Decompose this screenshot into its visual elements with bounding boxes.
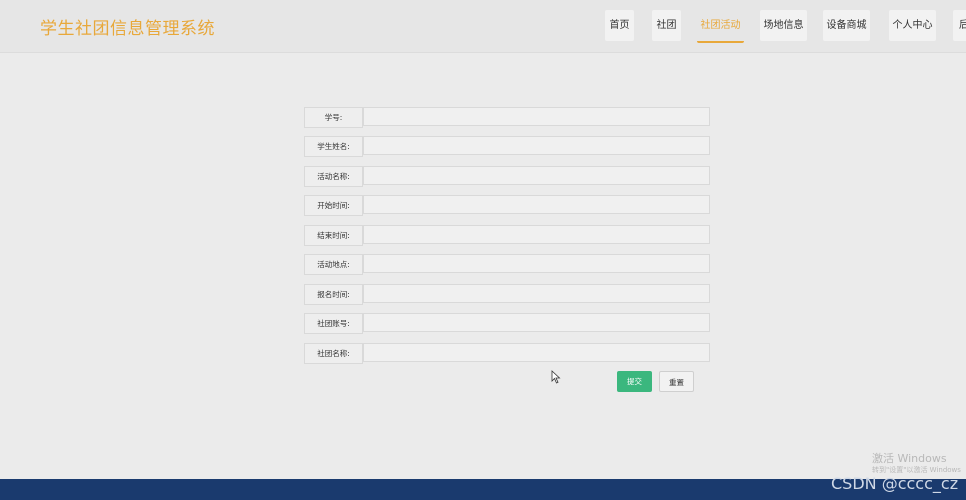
submit-button[interactable]: 提交 bbox=[617, 371, 652, 392]
mouse-cursor-icon bbox=[551, 370, 561, 384]
student-id-input[interactable] bbox=[363, 107, 710, 126]
signup-time-input[interactable] bbox=[363, 284, 710, 303]
field-label: 学号: bbox=[304, 107, 363, 128]
nav-item-clubs[interactable]: 社团 bbox=[652, 10, 681, 41]
nav-item-equipment-store[interactable]: 设备商城 bbox=[823, 10, 870, 41]
windows-activation-title: 激活 Windows bbox=[872, 452, 947, 465]
site-logo[interactable]: 学生社团信息管理系统 bbox=[40, 14, 215, 39]
field-label: 结束时间: bbox=[304, 225, 363, 246]
field-label: 社团名称: bbox=[304, 343, 363, 364]
nav-item-personal-center[interactable]: 个人中心 bbox=[889, 10, 936, 41]
nav-item-backend[interactable]: 后 bbox=[953, 10, 966, 41]
field-label: 活动名称: bbox=[304, 166, 363, 187]
activity-name-input[interactable] bbox=[363, 166, 710, 185]
field-label: 活动地点: bbox=[304, 254, 363, 275]
page-footer bbox=[0, 479, 966, 500]
nav-item-venues[interactable]: 场地信息 bbox=[760, 10, 807, 41]
start-time-input[interactable] bbox=[363, 195, 710, 214]
top-header: 学生社团信息管理系统 首页 社团 社团活动 场地信息 设备商城 个人中心 后 bbox=[0, 0, 966, 53]
club-account-input[interactable] bbox=[363, 313, 710, 332]
reset-button[interactable]: 重置 bbox=[659, 371, 694, 392]
field-label: 开始时间: bbox=[304, 195, 363, 216]
end-time-input[interactable] bbox=[363, 225, 710, 244]
student-name-input[interactable] bbox=[363, 136, 710, 155]
activity-location-input[interactable] bbox=[363, 254, 710, 273]
field-label: 学生姓名: bbox=[304, 136, 363, 157]
field-label: 报名时间: bbox=[304, 284, 363, 305]
nav-item-home[interactable]: 首页 bbox=[605, 10, 634, 41]
csdn-watermark: CSDN @cccc_cz bbox=[831, 474, 959, 493]
field-label: 社团账号: bbox=[304, 313, 363, 334]
nav-item-club-activities[interactable]: 社团活动 bbox=[697, 10, 744, 43]
club-name-input[interactable] bbox=[363, 343, 710, 362]
